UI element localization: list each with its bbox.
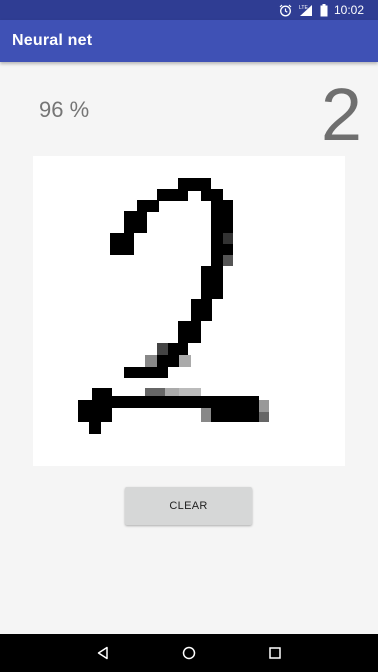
signal-icon: LTE	[299, 4, 312, 16]
predicted-digit: 2	[320, 73, 362, 156]
status-time: 10:02	[333, 3, 364, 17]
confidence-label: 96 %	[39, 97, 90, 122]
network-type-label: LTE	[299, 5, 308, 11]
back-icon[interactable]	[96, 646, 110, 660]
drawing-canvas[interactable]	[33, 156, 345, 466]
home-icon[interactable]	[182, 646, 196, 660]
app-title: Neural net	[12, 32, 93, 49]
navigation-bar	[0, 634, 378, 672]
status-bar: LTE 10:02	[0, 0, 378, 20]
handwritten-digit-drawing	[78, 178, 269, 434]
alarm-icon	[279, 4, 292, 16]
battery-icon	[320, 3, 328, 16]
app-bar: Neural net	[0, 20, 378, 62]
clear-button[interactable]: CLEAR	[125, 487, 252, 525]
recents-icon[interactable]	[268, 646, 282, 660]
